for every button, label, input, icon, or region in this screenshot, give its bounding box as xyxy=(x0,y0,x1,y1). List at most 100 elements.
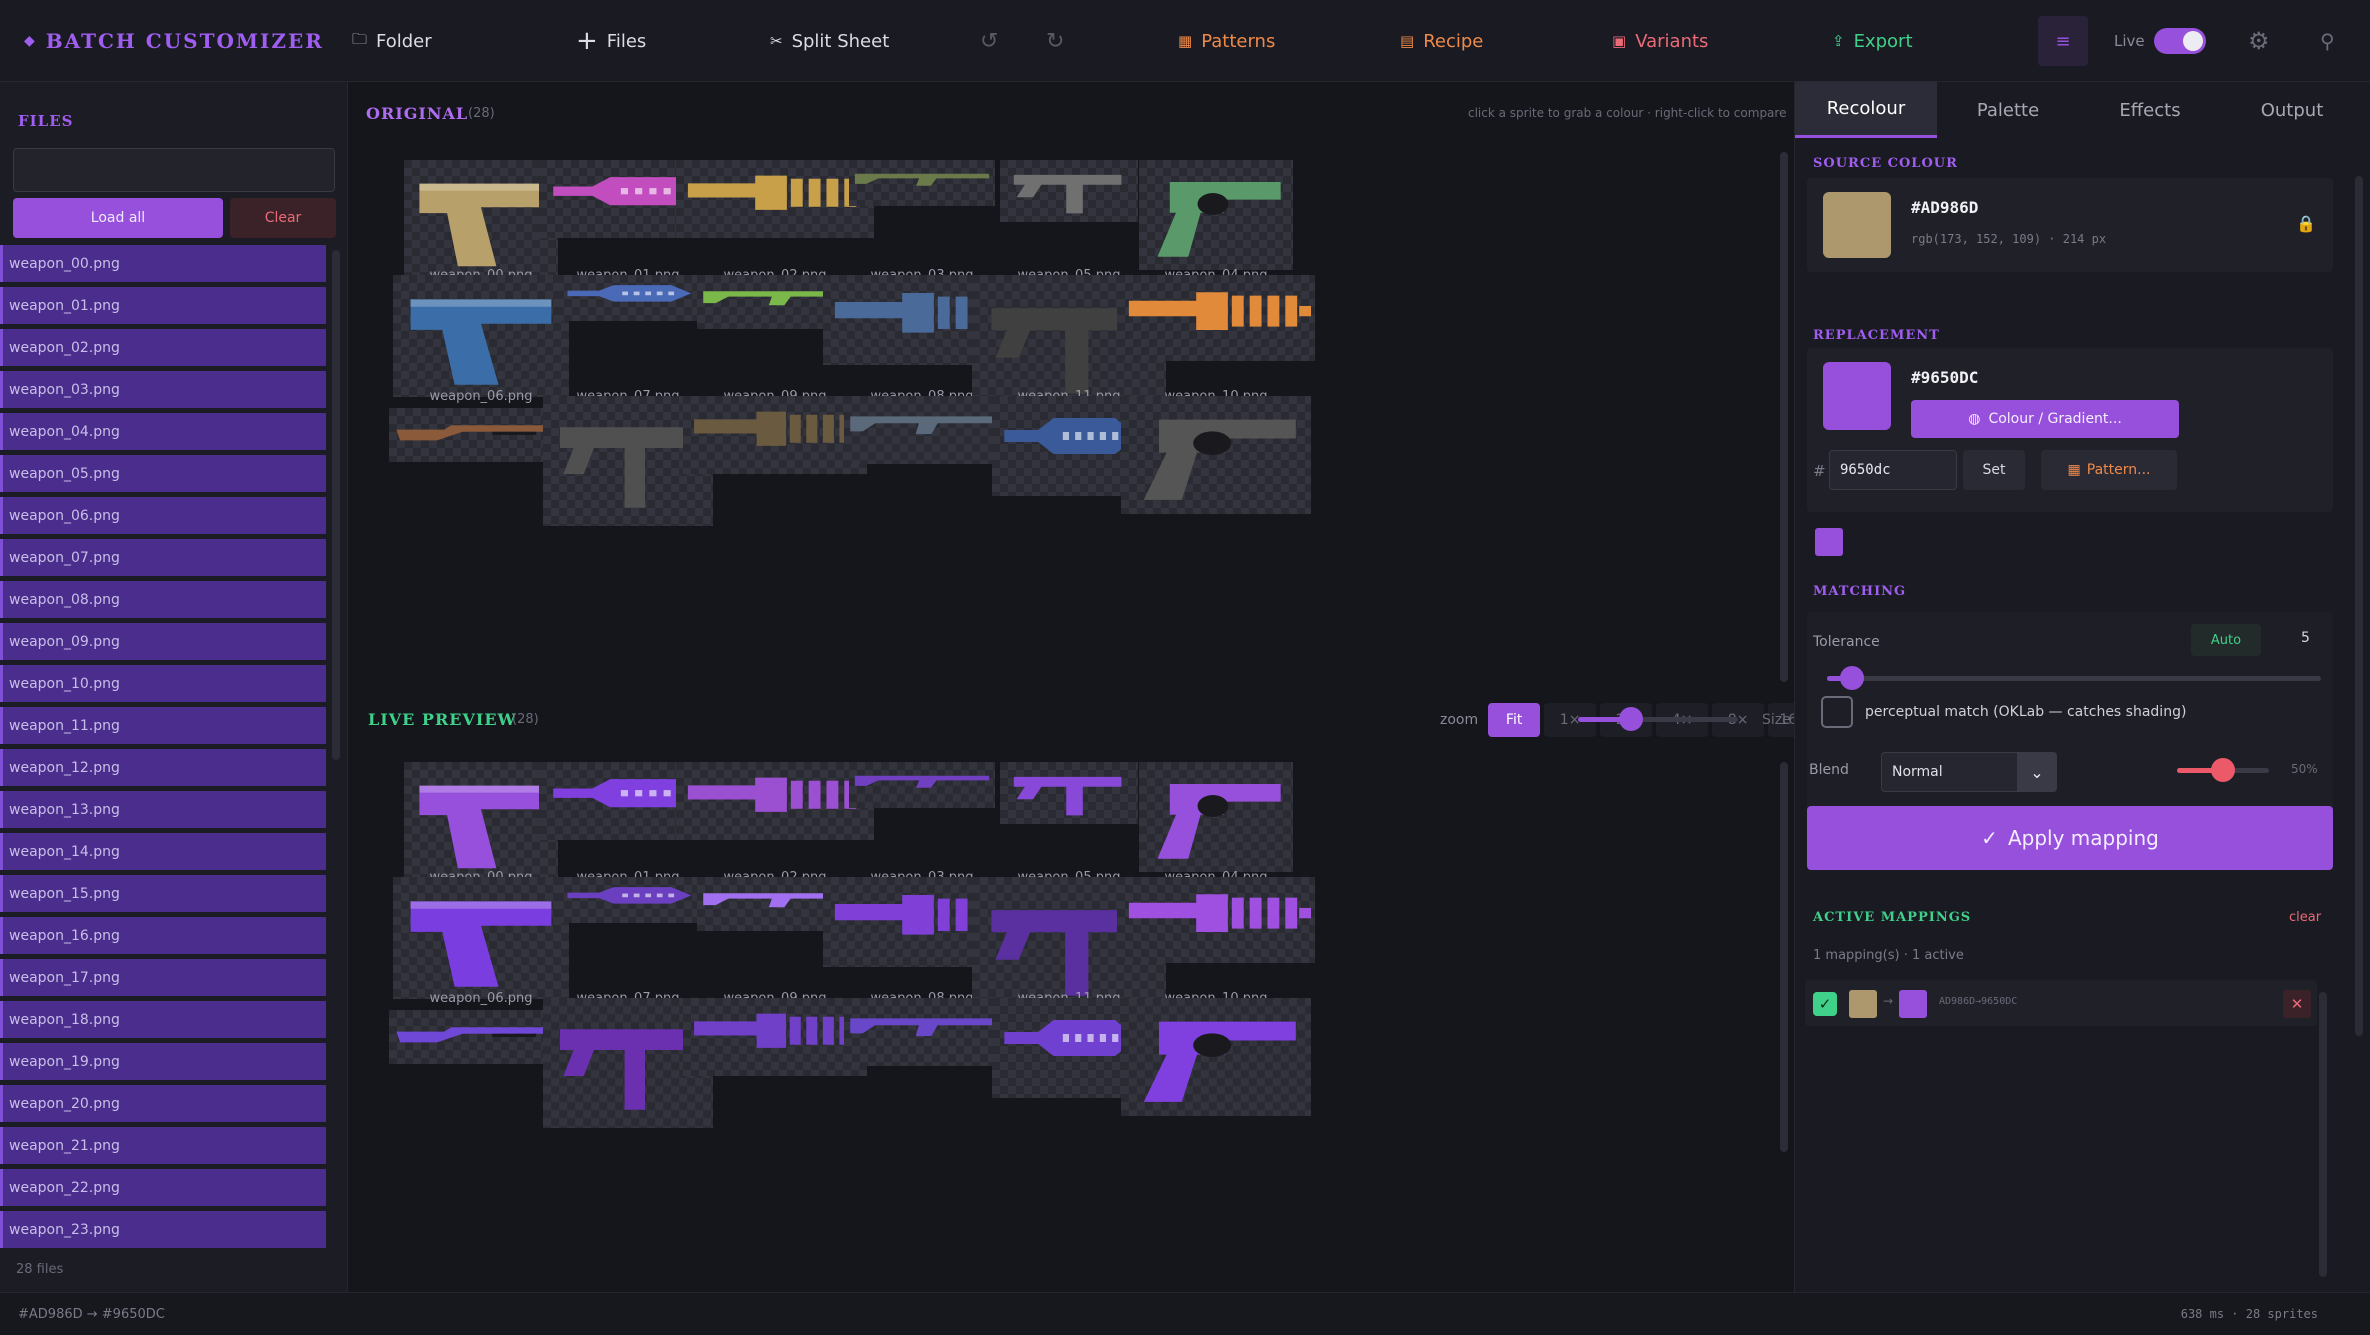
sprite-thumbnail[interactable] xyxy=(1117,877,1315,963)
sprite-shape xyxy=(622,291,628,296)
file-item[interactable]: weapon_04.png xyxy=(0,413,326,450)
file-item[interactable]: weapon_23.png xyxy=(0,1211,326,1248)
apply-label: Apply mapping xyxy=(2007,826,2159,850)
sprite-shape xyxy=(1299,305,1312,317)
file-item[interactable]: weapon_22.png xyxy=(0,1169,326,1206)
file-item[interactable]: weapon_21.png xyxy=(0,1127,326,1164)
file-item[interactable]: weapon_19.png xyxy=(0,1043,326,1080)
clear-mappings-link[interactable]: clear xyxy=(2289,910,2321,925)
file-item[interactable]: weapon_13.png xyxy=(0,791,326,828)
menu-button[interactable]: ≡ xyxy=(2038,0,2088,82)
file-count: 28 files xyxy=(16,1262,64,1277)
folder-button[interactable]: 🗀 Folder xyxy=(352,0,432,82)
patterns-button[interactable]: ▦ Patterns xyxy=(1178,0,1275,82)
sprite-shape xyxy=(645,291,652,296)
tab-palette[interactable]: Palette xyxy=(1937,82,2079,138)
tolerance-knob[interactable] xyxy=(1839,666,1864,690)
hex-input[interactable] xyxy=(1829,450,1957,490)
file-item[interactable]: weapon_18.png xyxy=(0,1001,326,1038)
undo-button[interactable]: ↺ xyxy=(980,0,998,82)
pattern-icon: ▦ xyxy=(2067,462,2081,478)
mapping-checkbox[interactable]: ✓ xyxy=(1813,992,1837,1016)
variants-button[interactable]: ▣ Variants xyxy=(1612,0,1708,82)
split-sheet-button[interactable]: ✂ Split Sheet xyxy=(770,0,889,82)
size-slider[interactable] xyxy=(1578,707,1738,731)
live-toggle[interactable] xyxy=(2153,28,2206,54)
sprite-cell[interactable] xyxy=(1105,394,1327,544)
file-item[interactable]: weapon_00.png xyxy=(0,245,326,282)
file-item[interactable]: weapon_14.png xyxy=(0,833,326,870)
sprite-shape xyxy=(687,777,787,812)
replacement-heading: REPLACEMENT xyxy=(1813,328,1940,343)
file-item[interactable]: weapon_11.png xyxy=(0,707,326,744)
settings-button[interactable]: ⚙ xyxy=(2248,0,2270,82)
sprite-thumbnail[interactable] xyxy=(1139,160,1293,270)
load-all-button[interactable]: Load all xyxy=(13,198,223,238)
menu-icon: ≡ xyxy=(2038,16,2088,66)
tab-recolour[interactable]: Recolour xyxy=(1795,82,1937,138)
colour-gradient-button[interactable]: ◍ Colour / Gradient... xyxy=(1911,400,2179,438)
sprite-shape xyxy=(1193,431,1232,455)
file-item[interactable]: weapon_20.png xyxy=(0,1085,326,1122)
tolerance-value: 5 xyxy=(2301,630,2310,646)
help-button[interactable]: ⚲ xyxy=(2320,0,2335,82)
sprite-shape xyxy=(789,414,801,443)
zoom-option[interactable]: Fit xyxy=(1488,703,1541,737)
export-button[interactable]: ⇪ Export xyxy=(1832,0,1913,82)
perceptual-checkbox[interactable] xyxy=(1821,696,1853,728)
zoom-label: zoom xyxy=(1440,712,1479,728)
apply-mapping-button[interactable]: ✓ Apply mapping xyxy=(1807,806,2333,870)
file-search-input[interactable] xyxy=(13,148,335,192)
opacity-slider[interactable] xyxy=(2177,758,2269,782)
source-hex: #AD986D xyxy=(1911,198,1979,217)
file-item[interactable]: weapon_05.png xyxy=(0,455,326,492)
sprite-thumbnail[interactable] xyxy=(1139,762,1293,872)
pattern-button[interactable]: ▦ Pattern... xyxy=(2041,450,2177,490)
source-swatch[interactable] xyxy=(1823,192,1891,258)
auto-button[interactable]: Auto xyxy=(2191,624,2261,656)
file-item[interactable]: weapon_08.png xyxy=(0,581,326,618)
original-scrollbar[interactable] xyxy=(1780,152,1788,682)
clear-button[interactable]: Clear xyxy=(230,198,336,238)
preview-grid: weapon_00.pngweapon_01.pngweapon_02.pngw… xyxy=(350,754,1770,1282)
chevron-down-icon[interactable]: ⌄ xyxy=(2017,752,2057,792)
file-item[interactable]: weapon_06.png xyxy=(0,497,326,534)
opacity-knob[interactable] xyxy=(2211,758,2235,782)
replacement-swatch[interactable] xyxy=(1823,362,1891,430)
file-item[interactable]: weapon_17.png xyxy=(0,959,326,996)
sprite-shape xyxy=(687,175,787,210)
tab-output[interactable]: Output xyxy=(2221,82,2363,138)
mapping-text: AD986D→9650DC xyxy=(1939,996,2018,1007)
preview-scrollbar[interactable] xyxy=(1780,762,1788,1152)
recipe-button[interactable]: ▤ Recipe xyxy=(1400,0,1483,82)
mappings-scrollbar[interactable] xyxy=(2319,992,2327,1277)
file-item[interactable]: weapon_07.png xyxy=(0,539,326,576)
mapping-row[interactable]: ✓ → AD986D→9650DC ✕ xyxy=(1805,980,2317,1026)
sprite-thumbnail[interactable] xyxy=(1121,998,1311,1116)
remove-mapping-icon[interactable]: ✕ xyxy=(2283,990,2311,1018)
file-item[interactable]: weapon_03.png xyxy=(0,371,326,408)
tolerance-slider[interactable] xyxy=(1827,666,2321,690)
file-item[interactable]: weapon_10.png xyxy=(0,665,326,702)
recipe-label: Recipe xyxy=(1423,30,1484,52)
sprite-thumbnail[interactable] xyxy=(1117,275,1315,361)
lock-icon[interactable]: 🔒 xyxy=(2291,208,2321,238)
sprite-cell[interactable] xyxy=(1105,996,1327,1146)
tab-effects[interactable]: Effects xyxy=(2079,82,2221,138)
file-item[interactable]: weapon_15.png xyxy=(0,875,326,912)
panel-scrollbar[interactable] xyxy=(2355,176,2363,1036)
file-item[interactable]: weapon_02.png xyxy=(0,329,326,366)
file-item[interactable]: weapon_16.png xyxy=(0,917,326,954)
file-item[interactable]: weapon_01.png xyxy=(0,287,326,324)
sprite-thumbnail[interactable] xyxy=(1121,396,1311,514)
size-slider-knob[interactable] xyxy=(1618,707,1643,731)
sidebar-scrollbar[interactable] xyxy=(332,250,340,760)
files-button[interactable]: + Files xyxy=(576,0,646,82)
file-item[interactable]: weapon_09.png xyxy=(0,623,326,660)
recent-colour-swatch[interactable] xyxy=(1815,528,1843,556)
file-item[interactable]: weapon_12.png xyxy=(0,749,326,786)
status-stats: 638 ms · 28 sprites xyxy=(2180,1307,2318,1321)
sprite-shape xyxy=(1157,784,1281,859)
redo-button[interactable]: ↻ xyxy=(1046,0,1064,82)
set-button[interactable]: Set xyxy=(1963,450,2025,490)
